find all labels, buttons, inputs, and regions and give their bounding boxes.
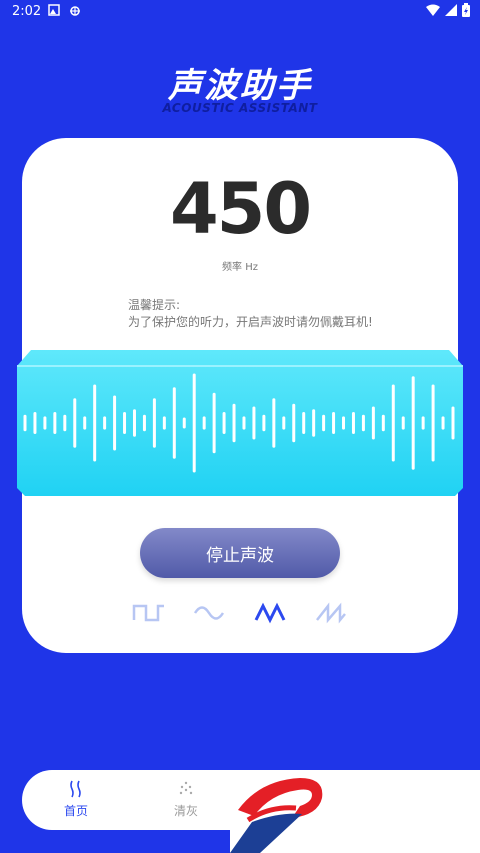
wave-bar <box>342 416 346 430</box>
wave-bar <box>73 398 77 448</box>
wave-bar <box>212 392 216 454</box>
wave-bar <box>182 417 186 429</box>
wave-bar <box>152 398 156 448</box>
image-notification-icon <box>48 4 60 16</box>
wave-bar <box>262 414 266 432</box>
wave-bar <box>33 412 37 434</box>
wave-bar <box>202 416 206 430</box>
wave-bar <box>451 406 455 440</box>
wave-bar <box>292 403 296 443</box>
status-system-icons <box>426 3 470 17</box>
stop-sound-button[interactable]: 停止声波 <box>140 528 340 578</box>
wave-bar <box>123 412 127 434</box>
wave-bar <box>23 414 27 432</box>
status-time: 2:02 <box>12 4 42 19</box>
frequency-value: 450 <box>169 168 312 250</box>
wave-bar <box>103 416 107 430</box>
sine-wave-icon[interactable] <box>193 600 227 626</box>
wave-bar <box>252 406 256 440</box>
frequency-label: 频率 Hz <box>222 262 258 273</box>
wave-bar <box>132 409 136 437</box>
wave-bar <box>192 373 196 473</box>
wave-bar <box>332 412 336 434</box>
wave-bar <box>93 384 97 462</box>
wave-bar <box>222 412 226 434</box>
wave-bar <box>401 416 405 430</box>
watermark-logo <box>230 770 480 853</box>
wave-bar <box>361 414 365 432</box>
wave-bar <box>351 412 355 434</box>
app-subtitle: ACOUSTIC ASSISTANT <box>162 101 318 115</box>
wave-bar <box>242 416 246 430</box>
wave-bar <box>232 403 236 443</box>
dust-icon <box>179 781 193 795</box>
wave-bar <box>391 384 395 462</box>
app-title: 声波助手 <box>168 66 312 106</box>
wave-bar <box>302 412 306 434</box>
sound-wave-visualizer <box>23 373 455 473</box>
signal-icon <box>445 4 457 16</box>
tip-title: 温馨提示: <box>128 298 181 312</box>
wave-bar <box>431 384 435 462</box>
wave-bar <box>272 398 276 448</box>
wave-bar <box>142 414 146 432</box>
sawtooth-wave-icon[interactable] <box>314 600 348 626</box>
bug-notification-icon <box>70 6 80 16</box>
wave-bar <box>371 406 375 440</box>
nav-home[interactable]: 首页 <box>46 780 106 819</box>
nav-clean-dust[interactable]: 清灰 <box>156 780 216 819</box>
wifi-icon <box>426 4 440 16</box>
nav-home-label: 首页 <box>63 804 88 818</box>
wave-bar <box>43 416 47 430</box>
wave-bar <box>421 416 425 430</box>
battery-icon <box>462 3 470 17</box>
nav-clean-label: 清灰 <box>173 804 198 818</box>
tip-text: 为了保护您的听力，开启声波时请勿佩戴耳机! <box>128 315 373 329</box>
wave-bar <box>411 376 415 470</box>
wave-bar <box>63 414 67 432</box>
wave-bar <box>113 395 117 451</box>
wave-bar <box>441 416 445 430</box>
status-notifications <box>48 3 82 17</box>
triangle-wave-icon[interactable] <box>253 600 287 626</box>
sound-wave-icon <box>70 780 81 798</box>
wave-bar <box>312 409 316 437</box>
wave-bar <box>53 412 57 434</box>
wave-bar <box>322 414 326 432</box>
wave-bar <box>83 416 87 430</box>
wave-bar <box>172 387 176 459</box>
wave-bar <box>381 414 385 432</box>
status-bar: 2:02 <box>0 0 480 24</box>
wave-bar <box>282 416 286 430</box>
square-wave-icon[interactable] <box>132 600 166 626</box>
wave-bar <box>162 416 166 430</box>
